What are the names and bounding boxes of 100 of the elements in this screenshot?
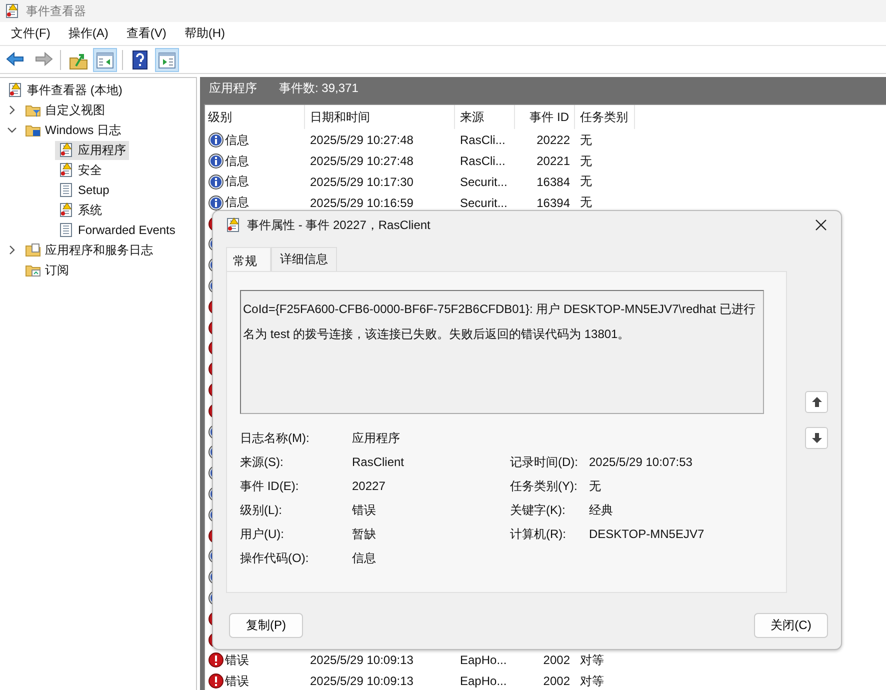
info-icon — [208, 132, 224, 148]
tree-item[interactable]: 应用程序 — [55, 140, 129, 160]
tab[interactable]: 详细信息 — [271, 247, 337, 271]
field-value: 无 — [589, 478, 602, 495]
tree-item[interactable]: 安全 — [55, 160, 105, 180]
table-cell: 16394 — [536, 196, 570, 210]
menu-item[interactable]: 文件(F) — [2, 25, 60, 42]
previous-event-button[interactable] — [805, 391, 828, 413]
log-icon — [225, 217, 241, 233]
tree-item[interactable]: Setup — [55, 180, 112, 200]
table-cell: 无 — [580, 132, 592, 147]
field-label: 级别(L): — [240, 502, 283, 519]
table-cell: RasCli... — [460, 133, 506, 148]
copy-button[interactable]: 复制(P) — [229, 613, 303, 638]
field-label: 用户(U): — [240, 526, 285, 543]
table-cell: 对等 — [580, 674, 604, 688]
log-icon — [58, 182, 74, 198]
field-value: 信息 — [352, 550, 377, 567]
window-title: 事件查看器 — [26, 2, 86, 20]
info-icon — [208, 153, 224, 170]
table-cell: 错误 — [225, 672, 249, 690]
tree-item[interactable]: 事件查看器 (本地) — [4, 80, 126, 100]
table-cell: 信息 — [225, 132, 249, 149]
table-cell: Securit... — [460, 196, 508, 210]
log-icon — [7, 82, 23, 98]
event-count: 事件数: 39,371 — [279, 80, 358, 97]
table-cell: 20221 — [536, 154, 570, 168]
log-icon — [58, 162, 74, 178]
table-cell: 信息 — [225, 173, 249, 190]
message-box: CoId={F25FA600-CFB6-0000-BF6F-75F2B6CFDB01}: 用户 DESKTOP-MN5EJV7\redhat 已进行名为 test 的拨号连接，该连接已失败。失败后返回的错误代码为 13801。 — [240, 290, 764, 414]
log-name: 应用程序 — [209, 80, 257, 97]
menu-item[interactable]: 操作(A) — [59, 25, 118, 42]
field-value: 错误 — [352, 502, 377, 519]
column-header[interactable]: 级别 — [205, 105, 305, 129]
column-header[interactable]: 来源 — [455, 105, 515, 129]
table-cell: 无 — [580, 195, 592, 210]
field-value: RasClient — [352, 454, 406, 471]
field-label: 事件 ID(E): — [240, 478, 300, 495]
chevron-right-icon[interactable] — [7, 245, 17, 255]
table-cell: 2025/5/29 10:27:48 — [310, 154, 414, 168]
field-value: 暂缺 — [352, 526, 377, 543]
log-icon — [58, 142, 74, 158]
down-arrow-icon — [810, 432, 822, 444]
table-cell: 2025/5/29 10:16:59 — [310, 196, 414, 210]
chevron-right-icon[interactable] — [7, 105, 17, 115]
field-value: 2025/5/29 10:07:53 — [589, 454, 694, 471]
table-cell: 2025/5/29 10:09:13 — [310, 653, 414, 668]
next-event-button[interactable] — [805, 427, 828, 449]
tree-item[interactable]: Windows 日志 — [22, 120, 124, 140]
event-viewer-icon — [4, 3, 20, 19]
table-cell: RasCli... — [460, 154, 506, 168]
menu-item[interactable]: 查看(V) — [117, 25, 176, 42]
pane-button[interactable] — [93, 48, 117, 72]
table-cell: 2002 — [543, 653, 570, 668]
field-value: DESKTOP-MN5EJV7 — [589, 526, 706, 543]
table-cell: 无 — [580, 174, 592, 188]
tab[interactable]: 常规 — [226, 247, 271, 271]
field-label: 关键字(K): — [510, 502, 566, 519]
field-label: 来源(S): — [240, 454, 284, 471]
table-cell: EapHo... — [460, 653, 507, 668]
dialog-title: 事件属性 - 事件 20227，RasClient — [247, 216, 432, 234]
field-label: 记录时间(D): — [510, 454, 579, 471]
table-cell: 对等 — [580, 652, 604, 667]
close-dialog-button[interactable]: 关闭(C) — [754, 613, 828, 638]
field-label: 日志名称(M): — [240, 430, 310, 447]
tree-item[interactable]: 订阅 — [22, 260, 72, 280]
column-header[interactable]: 日期和时间 — [305, 105, 455, 129]
table-cell: 无 — [580, 154, 592, 168]
field-value: 应用程序 — [352, 430, 401, 447]
menu-item[interactable]: 帮助(H) — [175, 25, 234, 42]
table-cell: 错误 — [225, 652, 249, 669]
column-header[interactable]: 事件 ID — [515, 105, 575, 129]
tree-item[interactable]: 应用程序和服务日志 — [22, 240, 156, 260]
help-icon — [130, 50, 150, 70]
up-arrow-icon — [810, 396, 822, 408]
tree-item[interactable]: Forwarded Events — [55, 220, 178, 240]
table-cell: 16384 — [536, 174, 570, 189]
log-icon — [58, 222, 74, 238]
folder-icon — [25, 242, 41, 258]
field-label: 操作代码(O): — [240, 550, 310, 567]
table-cell: 2025/5/29 10:27:48 — [310, 133, 414, 148]
pane-icon — [157, 50, 177, 70]
column-header[interactable]: 任务类别 — [575, 105, 635, 129]
table-cell: 20222 — [536, 133, 570, 148]
field-value: 20227 — [352, 478, 386, 495]
table-cell: 2025/5/29 10:09:13 — [310, 674, 414, 688]
table-cell: EapHo... — [460, 674, 507, 688]
pane-icon — [95, 50, 115, 70]
error-icon — [208, 652, 224, 668]
tree-item[interactable]: 自定义视图 — [22, 100, 108, 120]
table-cell: 2002 — [543, 674, 570, 688]
table-cell: 信息 — [225, 152, 249, 170]
log-icon — [58, 202, 74, 218]
table-cell: 信息 — [225, 194, 249, 212]
field-label: 计算机(R): — [510, 526, 567, 543]
info-icon — [208, 174, 224, 190]
table-cell: Securit... — [460, 174, 508, 189]
chevron-down-icon[interactable] — [7, 125, 17, 135]
table-cell: 2025/5/29 10:17:30 — [310, 174, 414, 189]
tree-item[interactable]: 系统 — [55, 200, 105, 220]
